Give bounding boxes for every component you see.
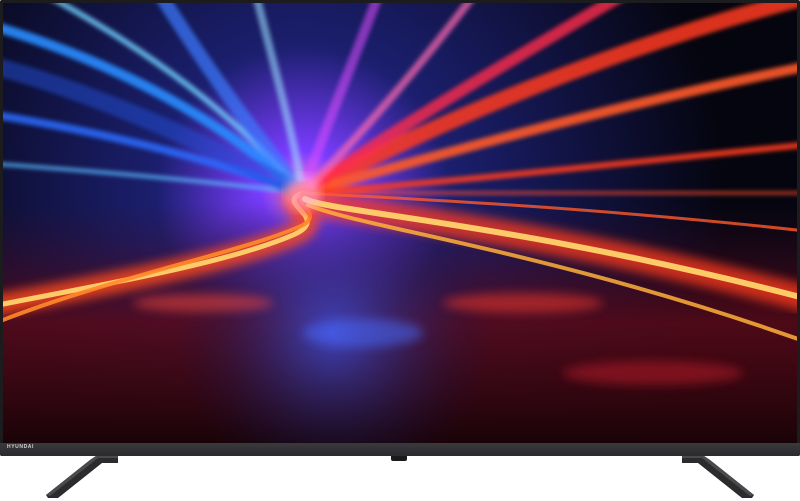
tv-frame: HYUNDAI	[0, 0, 800, 461]
tv-stand-foot-icon	[46, 456, 118, 498]
screen-wallpaper	[3, 3, 797, 443]
product-photo: HYUNDAI	[0, 0, 800, 501]
bottom-bezel: HYUNDAI	[0, 443, 800, 461]
ir-sensor-icon	[391, 456, 407, 461]
tv-stand-foot-icon	[682, 456, 754, 498]
brand-logo: HYUNDAI	[7, 444, 34, 450]
tv-screen	[3, 3, 797, 443]
